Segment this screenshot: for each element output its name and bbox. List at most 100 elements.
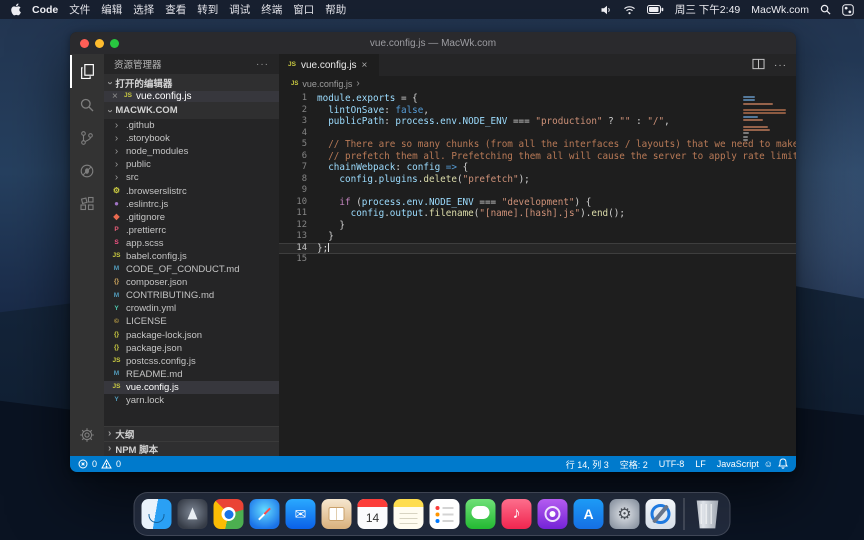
tree-file-vue.config.js[interactable]: JSvue.config.js — [104, 381, 279, 394]
tree-file-.prettierrc[interactable]: P.prettierrc — [104, 224, 279, 237]
tree-file-.eslintrc.js[interactable]: ●.eslintrc.js — [104, 198, 279, 211]
statusbar-item[interactable]: 空格: 2 — [620, 458, 648, 471]
tree-file-.browserslistrc[interactable]: ⚙.browserslistrc — [104, 184, 279, 197]
minimap[interactable] — [743, 96, 789, 145]
explorer-icon[interactable] — [70, 55, 104, 88]
close-tab-icon[interactable] — [362, 60, 370, 71]
statusbar-item[interactable]: JavaScript — [717, 459, 759, 469]
code-line-1[interactable]: 1module.exports = { — [279, 93, 796, 105]
code-line-4[interactable]: 4 — [279, 128, 796, 140]
menubar-app-name[interactable]: Code — [32, 4, 58, 16]
finder-dock-icon[interactable] — [142, 499, 172, 529]
settings-dock-icon[interactable] — [610, 499, 640, 529]
menubar-menu[interactable]: 调试 — [229, 2, 250, 17]
open-editor-item[interactable]: JSvue.config.js — [104, 91, 279, 102]
code-editor[interactable]: 1module.exports = {2 lintOnSave: false,3… — [279, 91, 796, 456]
tree-folder-.storybook[interactable]: .storybook — [104, 132, 279, 145]
xcode-dock-icon[interactable] — [646, 499, 676, 529]
extensions-icon[interactable] — [70, 187, 104, 220]
books-dock-icon[interactable] — [322, 499, 352, 529]
tree-file-CONTRIBUTING.md[interactable]: MCONTRIBUTING.md — [104, 289, 279, 302]
code-line-6[interactable]: 6 // prefetch them all. Prefetching them… — [279, 151, 796, 163]
tree-file-package-lock.json[interactable]: {}package-lock.json — [104, 329, 279, 342]
code-line-5[interactable]: 5 // There are so many chunks (from all … — [279, 139, 796, 151]
outline-section[interactable]: 大纲 — [104, 426, 279, 441]
launchpad-dock-icon[interactable] — [178, 499, 208, 529]
statusbar-item[interactable]: 行 14, 列 3 — [566, 458, 609, 471]
code-line-3[interactable]: 3 publicPath: process.env.NODE_ENV === "… — [279, 116, 796, 128]
problems-indicator[interactable]: 0 0 — [78, 459, 121, 469]
tree-file-composer.json[interactable]: {}composer.json — [104, 276, 279, 289]
tree-file-LICENSE[interactable]: ©LICENSE — [104, 315, 279, 328]
tree-file-CODE_OF_CONDUCT.md[interactable]: MCODE_OF_CONDUCT.md — [104, 263, 279, 276]
reminders-dock-icon[interactable] — [430, 499, 460, 529]
breadcrumb-file[interactable]: vue.config.js — [302, 79, 352, 89]
statusbar-item[interactable]: UTF-8 — [659, 459, 685, 469]
code-line-8[interactable]: 8 config.plugins.delete("prefetch"); — [279, 174, 796, 186]
wifi-icon[interactable] — [623, 5, 636, 15]
code-line-13[interactable]: 13 } — [279, 231, 796, 243]
menubar-menu[interactable]: 查看 — [165, 2, 186, 17]
app-store-dock-icon[interactable] — [574, 499, 604, 529]
notes-dock-icon[interactable] — [394, 499, 424, 529]
split-editor-icon[interactable] — [752, 58, 765, 73]
trash-dock-icon[interactable] — [693, 499, 723, 529]
close-window-button[interactable] — [80, 39, 89, 48]
tab-vue-config-js[interactable]: JS vue.config.js — [279, 54, 379, 76]
close-editor-icon[interactable] — [112, 91, 120, 102]
statusbar-item[interactable]: LF — [695, 459, 706, 469]
editor-more-actions-icon[interactable] — [774, 60, 787, 71]
control-center-icon[interactable] — [842, 4, 854, 16]
minimize-window-button[interactable] — [95, 39, 104, 48]
tree-folder-.github[interactable]: .github — [104, 119, 279, 132]
npm-scripts-section[interactable]: NPM 脚本 — [104, 441, 279, 456]
menubar-menu[interactable]: 终端 — [261, 2, 282, 17]
calendar-dock-icon[interactable]: 14 — [358, 499, 388, 529]
source-control-icon[interactable] — [70, 121, 104, 154]
messages-dock-icon[interactable] — [466, 499, 496, 529]
music-dock-icon[interactable] — [502, 499, 532, 529]
menubar-menu[interactable]: 选择 — [133, 2, 154, 17]
code-line-14[interactable]: 14}; — [279, 243, 796, 255]
podcasts-dock-icon[interactable] — [538, 499, 568, 529]
safari-dock-icon[interactable] — [250, 499, 280, 529]
menubar-menu[interactable]: 编辑 — [101, 2, 122, 17]
code-line-7[interactable]: 7 chainWebpack: config => { — [279, 162, 796, 174]
search-view-icon[interactable] — [70, 88, 104, 121]
tree-file-app.scss[interactable]: Sapp.scss — [104, 237, 279, 250]
menubar-menu[interactable]: 转到 — [197, 2, 218, 17]
apple-menu-icon[interactable] — [10, 3, 21, 16]
volume-icon[interactable] — [601, 5, 612, 15]
debug-icon[interactable] — [70, 154, 104, 187]
tree-folder-node_modules[interactable]: node_modules — [104, 145, 279, 158]
tree-folder-public[interactable]: public — [104, 158, 279, 171]
tree-file-README.md[interactable]: MREADME.md — [104, 368, 279, 381]
code-line-11[interactable]: 11 config.output.filename("[name].[hash]… — [279, 208, 796, 220]
tree-file-crowdin.yml[interactable]: Ycrowdin.yml — [104, 302, 279, 315]
notifications-bell-icon[interactable] — [778, 458, 788, 471]
breadcrumb[interactable]: JS vue.config.js — [279, 76, 796, 91]
root-folder-section[interactable]: MACWK.COM — [104, 102, 279, 119]
battery-icon[interactable] — [647, 5, 664, 14]
code-line-12[interactable]: 12 } — [279, 220, 796, 232]
menubar-clock[interactable]: 周三 下午2:49 — [675, 2, 740, 17]
code-line-9[interactable]: 9 — [279, 185, 796, 197]
menubar-menu[interactable]: 窗口 — [293, 2, 314, 17]
tree-file-yarn.lock[interactable]: Yyarn.lock — [104, 394, 279, 407]
chrome-dock-icon[interactable] — [214, 499, 244, 529]
code-line-10[interactable]: 10 if (process.env.NODE_ENV === "develop… — [279, 197, 796, 209]
settings-gear-icon[interactable] — [70, 418, 104, 451]
window-title-bar[interactable]: vue.config.js — MacWk.com — [70, 32, 796, 54]
open-editors-section[interactable]: 打开的编辑器 — [104, 74, 279, 91]
menubar-menu[interactable]: 帮助 — [325, 2, 346, 17]
tree-file-package.json[interactable]: {}package.json — [104, 342, 279, 355]
feedback-smiley-icon[interactable]: ☺ — [764, 459, 773, 469]
tree-file-postcss.config.js[interactable]: JSpostcss.config.js — [104, 355, 279, 368]
mail-dock-icon[interactable] — [286, 499, 316, 529]
zoom-window-button[interactable] — [110, 39, 119, 48]
code-line-2[interactable]: 2 lintOnSave: false, — [279, 105, 796, 117]
sidebar-actions-icon[interactable] — [256, 59, 269, 70]
code-line-15[interactable]: 15 — [279, 254, 796, 266]
tree-folder-src[interactable]: src — [104, 171, 279, 184]
menubar-menu[interactable]: 文件 — [69, 2, 90, 17]
